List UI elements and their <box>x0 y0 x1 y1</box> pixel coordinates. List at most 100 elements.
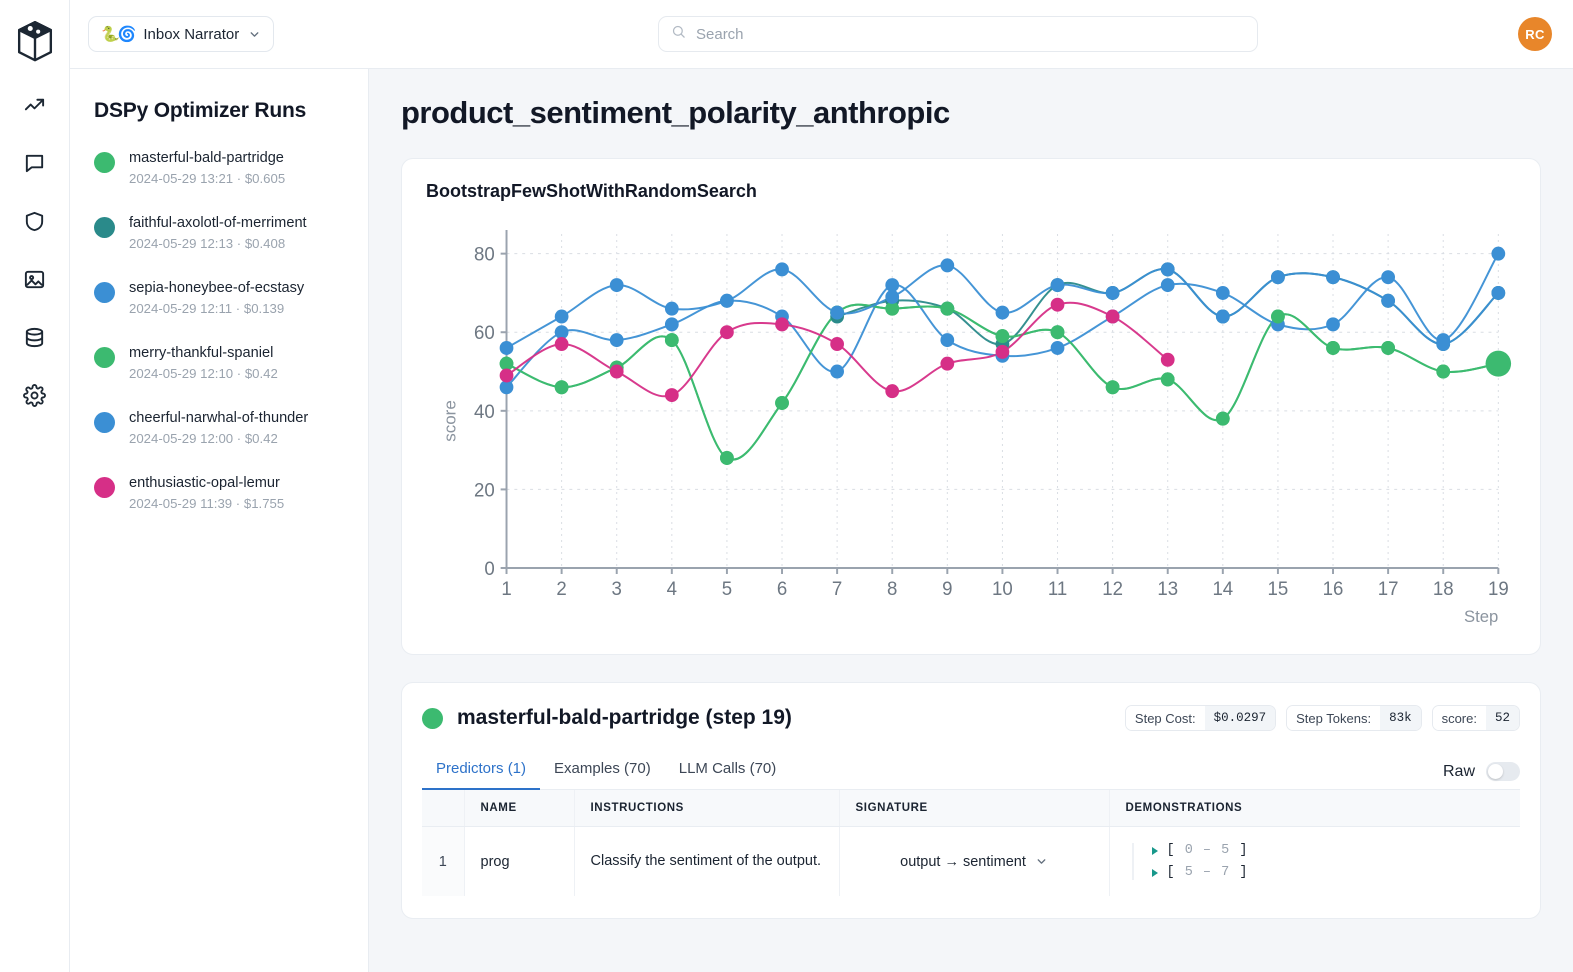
cell-demonstrations: [ 0 – 5 ] [ 5 – 7 ] <box>1109 827 1520 897</box>
demonstration-range: [ 0 – 5 ] <box>1167 843 1249 858</box>
run-meta: 2024-05-29 11:39 · $1.755 <box>129 496 284 511</box>
chat-bubble-icon[interactable] <box>16 146 54 180</box>
run-list-item[interactable]: faithful-axolotl-of-merriment 2024-05-29 … <box>94 214 346 251</box>
col-header-instructions: INSTRUCTIONS <box>574 790 839 827</box>
run-color-dot <box>94 412 115 433</box>
chart-svg: 02040608012345678910111213141516171819St… <box>426 216 1516 636</box>
table-row[interactable]: 1 prog Classify the sentiment of the out… <box>422 827 1520 897</box>
step-detail-header: masterful-bald-partridge (step 19) Step … <box>422 705 1520 731</box>
search-input[interactable] <box>696 26 1245 43</box>
body: DSPy Optimizer Runs masterful-bald-partr… <box>70 69 1573 972</box>
logo-cube-icon[interactable] <box>16 18 54 64</box>
svg-text:14: 14 <box>1212 578 1233 599</box>
run-color-dot <box>94 282 115 303</box>
svg-text:10: 10 <box>992 578 1013 599</box>
cell-signature: output → sentiment <box>839 827 1109 897</box>
svg-text:8: 8 <box>887 578 897 599</box>
metric-chip-value: $0.0297 <box>1205 706 1276 730</box>
cell-index: 1 <box>422 827 464 897</box>
raw-toggle-label: Raw <box>1443 763 1475 781</box>
run-meta: 2024-05-29 12:13 · $0.408 <box>129 236 307 251</box>
top-bar: 🐍🌀 Inbox Narrator RC <box>70 0 1573 69</box>
image-icon[interactable] <box>16 262 54 296</box>
expand-triangle-icon[interactable] <box>1152 847 1158 855</box>
run-list-item[interactable]: cheerful-narwhal-of-thunder 2024-05-29 12… <box>94 409 346 446</box>
run-color-dot <box>94 217 115 238</box>
expand-triangle-icon[interactable] <box>1152 869 1158 877</box>
metric-chip-key: score: <box>1433 706 1486 730</box>
main-column: 🐍🌀 Inbox Narrator RC DSPy Opt <box>70 0 1573 972</box>
table-body: 1 prog Classify the sentiment of the out… <box>422 827 1520 897</box>
svg-text:2: 2 <box>556 578 566 599</box>
run-name: faithful-axolotl-of-merriment <box>129 215 307 231</box>
demonstration-item[interactable]: [ 5 – 7 ] <box>1152 865 1505 880</box>
metric-chip-key: Step Tokens: <box>1287 706 1380 730</box>
svg-text:15: 15 <box>1268 578 1289 599</box>
database-icon[interactable] <box>16 320 54 354</box>
signature-text: output → sentiment <box>900 854 1026 870</box>
shield-icon[interactable] <box>16 204 54 238</box>
metric-chip-value: 52 <box>1486 706 1519 730</box>
run-name: cheerful-narwhal-of-thunder <box>129 410 308 426</box>
gear-icon[interactable] <box>16 378 54 412</box>
chart-card: BootstrapFewShotWithRandomSearch 0204060… <box>401 158 1541 655</box>
metric-chip-key: Step Cost: <box>1126 706 1205 730</box>
run-name: enthusiastic-opal-lemur <box>129 475 280 491</box>
run-name: merry-thankful-spaniel <box>129 345 273 361</box>
run-list-item[interactable]: enthusiastic-opal-lemur 2024-05-29 11:39 … <box>94 474 346 511</box>
switch-knob <box>1488 764 1503 779</box>
run-status-dot <box>422 708 443 729</box>
svg-text:16: 16 <box>1323 578 1344 599</box>
svg-text:20: 20 <box>474 479 495 500</box>
metric-chip-value: 83k <box>1380 706 1421 730</box>
svg-text:score: score <box>441 400 460 442</box>
demonstrations-list: [ 0 – 5 ] [ 5 – 7 ] <box>1132 843 1505 880</box>
run-meta: 2024-05-29 12:00 · $0.42 <box>129 431 308 446</box>
tab-predictors[interactable]: Predictors (1) <box>422 751 540 790</box>
svg-text:80: 80 <box>474 243 495 264</box>
svg-text:60: 60 <box>474 322 495 343</box>
icon-rail <box>0 0 70 972</box>
svg-text:7: 7 <box>832 578 842 599</box>
svg-text:18: 18 <box>1433 578 1454 599</box>
predictors-table: NAME INSTRUCTIONS SIGNATURE DEMONSTRATIO… <box>422 790 1520 896</box>
table-header-row: NAME INSTRUCTIONS SIGNATURE DEMONSTRATIO… <box>422 790 1520 827</box>
raw-switch[interactable] <box>1486 762 1520 781</box>
search-box[interactable] <box>658 16 1258 52</box>
svg-text:11: 11 <box>1048 578 1067 599</box>
run-list-item[interactable]: merry-thankful-spaniel 2024-05-29 12:10 ·… <box>94 344 346 381</box>
signature-expander[interactable]: output → sentiment <box>900 854 1048 870</box>
svg-text:9: 9 <box>942 578 952 599</box>
run-color-dot <box>94 152 115 173</box>
cell-name: prog <box>464 827 574 897</box>
metric-chip: Step Cost:$0.0297 <box>1125 705 1276 731</box>
svg-text:5: 5 <box>722 578 732 599</box>
run-color-dot <box>94 477 115 498</box>
tab-llm[interactable]: LLM Calls (70) <box>665 751 791 790</box>
trending-up-icon[interactable] <box>16 88 54 122</box>
svg-text:6: 6 <box>777 578 787 599</box>
svg-text:40: 40 <box>474 401 495 422</box>
table-head: NAME INSTRUCTIONS SIGNATURE DEMONSTRATIO… <box>422 790 1520 827</box>
demonstration-item[interactable]: [ 0 – 5 ] <box>1152 843 1505 858</box>
run-list-item[interactable]: masterful-bald-partridge2024-05-29 13:21… <box>94 149 346 186</box>
step-detail-card: masterful-bald-partridge (step 19) Step … <box>401 682 1541 919</box>
project-selector-button[interactable]: 🐍🌀 Inbox Narrator <box>88 16 274 52</box>
col-header-name: NAME <box>464 790 574 827</box>
run-color-dot <box>94 347 115 368</box>
col-header-signature: SIGNATURE <box>839 790 1109 827</box>
page-title: product_sentiment_polarity_anthropic <box>401 95 1541 131</box>
raw-toggle[interactable]: Raw <box>1443 762 1520 789</box>
chevron-down-icon <box>248 28 261 41</box>
svg-text:0: 0 <box>484 558 494 579</box>
avatar[interactable]: RC <box>1518 17 1552 51</box>
svg-text:13: 13 <box>1157 578 1178 599</box>
svg-text:19: 19 <box>1488 578 1509 599</box>
runs-list: masterful-bald-partridge2024-05-29 13:21… <box>94 149 346 511</box>
run-meta: 2024-05-29 12:10 · $0.42 <box>129 366 278 381</box>
run-meta: 2024-05-29 12:11 · $0.139 <box>129 301 304 316</box>
tabs-row: Predictors (1)Examples (70)LLM Calls (70… <box>422 751 1520 790</box>
run-list-item[interactable]: sepia-honeybee-of-ecstasy2024-05-29 12:1… <box>94 279 346 316</box>
tab-examples[interactable]: Examples (70) <box>540 751 665 790</box>
line-chart[interactable]: 02040608012345678910111213141516171819St… <box>426 216 1516 636</box>
